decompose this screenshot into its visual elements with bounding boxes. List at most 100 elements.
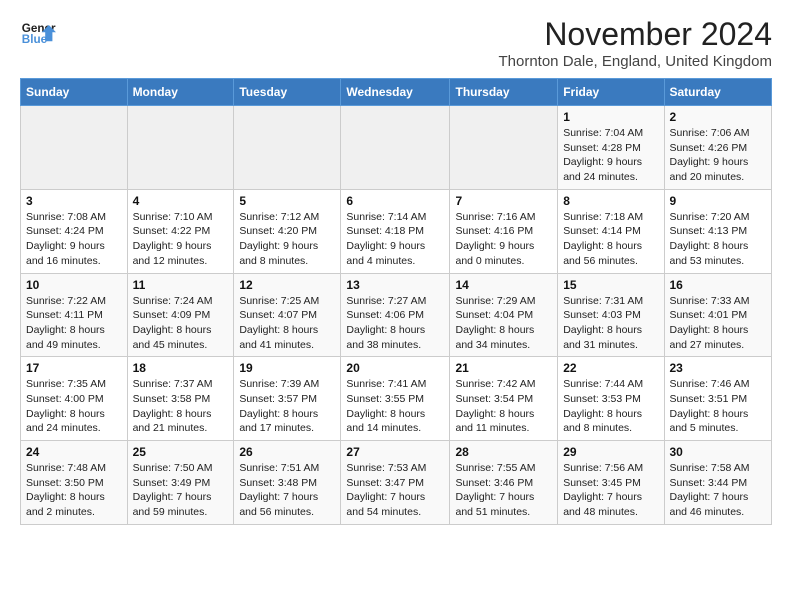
day-number: 25 <box>133 445 229 459</box>
day-info: Sunrise: 7:55 AM Sunset: 3:46 PM Dayligh… <box>455 461 552 520</box>
calendar-cell <box>234 106 341 190</box>
calendar-day-header: Tuesday <box>234 79 341 106</box>
header: General Blue November 2024 Thornton Dale… <box>20 16 772 70</box>
day-number: 28 <box>455 445 552 459</box>
calendar-cell: 25 Sunrise: 7:50 AM Sunset: 3:49 PM Dayli… <box>127 441 234 525</box>
calendar-cell: 3 Sunrise: 7:08 AM Sunset: 4:24 PM Daylig… <box>21 189 128 273</box>
calendar-cell: 26 Sunrise: 7:51 AM Sunset: 3:48 PM Dayli… <box>234 441 341 525</box>
day-info: Sunrise: 7:42 AM Sunset: 3:54 PM Dayligh… <box>455 377 552 436</box>
calendar-cell: 14 Sunrise: 7:29 AM Sunset: 4:04 PM Dayli… <box>450 273 558 357</box>
day-number: 14 <box>455 278 552 292</box>
calendar-cell: 19Sunrise: 7:39 AM Sunset: 3:57 PM Dayli… <box>234 357 341 441</box>
day-info: Sunrise: 7:29 AM Sunset: 4:04 PM Dayligh… <box>455 294 552 353</box>
calendar-cell: 17 Sunrise: 7:35 AM Sunset: 4:00 PM Dayli… <box>21 357 128 441</box>
calendar-cell: 22 Sunrise: 7:44 AM Sunset: 3:53 PM Dayli… <box>558 357 664 441</box>
day-info: Sunrise: 7:12 AM Sunset: 4:20 PM Dayligh… <box>239 210 335 269</box>
calendar-cell: 15 Sunrise: 7:31 AM Sunset: 4:03 PM Dayli… <box>558 273 664 357</box>
day-info: Sunrise: 7:41 AM Sunset: 3:55 PM Dayligh… <box>346 377 444 436</box>
calendar-week-row: 10 Sunrise: 7:22 AM Sunset: 4:11 PM Dayli… <box>21 273 772 357</box>
day-number: 24 <box>26 445 122 459</box>
calendar-cell: 5 Sunrise: 7:12 AM Sunset: 4:20 PM Daylig… <box>234 189 341 273</box>
calendar-day-header: Saturday <box>664 79 772 106</box>
calendar-cell: 29 Sunrise: 7:56 AM Sunset: 3:45 PM Dayli… <box>558 441 664 525</box>
calendar-cell: 4 Sunrise: 7:10 AM Sunset: 4:22 PM Daylig… <box>127 189 234 273</box>
day-info: Sunrise: 7:33 AM Sunset: 4:01 PM Dayligh… <box>670 294 767 353</box>
calendar-cell: 20 Sunrise: 7:41 AM Sunset: 3:55 PM Dayli… <box>341 357 450 441</box>
calendar-cell <box>21 106 128 190</box>
day-info: Sunrise: 7:58 AM Sunset: 3:44 PM Dayligh… <box>670 461 767 520</box>
day-number: 12 <box>239 278 335 292</box>
calendar-week-row: 24Sunrise: 7:48 AM Sunset: 3:50 PM Dayli… <box>21 441 772 525</box>
day-info: Sunrise: 7:20 AM Sunset: 4:13 PM Dayligh… <box>670 210 767 269</box>
day-number: 30 <box>670 445 767 459</box>
day-number: 4 <box>133 194 229 208</box>
day-info: Sunrise: 7:16 AM Sunset: 4:16 PM Dayligh… <box>455 210 552 269</box>
day-number: 21 <box>455 361 552 375</box>
day-info: Sunrise: 7:25 AM Sunset: 4:07 PM Dayligh… <box>239 294 335 353</box>
calendar-cell: 13 Sunrise: 7:27 AM Sunset: 4:06 PM Dayli… <box>341 273 450 357</box>
day-number: 15 <box>563 278 658 292</box>
calendar-cell <box>341 106 450 190</box>
day-info: Sunrise: 7:18 AM Sunset: 4:14 PM Dayligh… <box>563 210 658 269</box>
day-info: Sunrise: 7:35 AM Sunset: 4:00 PM Dayligh… <box>26 377 122 436</box>
day-number: 3 <box>26 194 122 208</box>
calendar-cell: 21 Sunrise: 7:42 AM Sunset: 3:54 PM Dayli… <box>450 357 558 441</box>
calendar-body: 1 Sunrise: 7:04 AM Sunset: 4:28 PM Daylig… <box>21 106 772 525</box>
day-info: Sunrise: 7:10 AM Sunset: 4:22 PM Dayligh… <box>133 210 229 269</box>
day-number: 18 <box>133 361 229 375</box>
calendar-week-row: 17 Sunrise: 7:35 AM Sunset: 4:00 PM Dayli… <box>21 357 772 441</box>
day-number: 7 <box>455 194 552 208</box>
calendar-cell: 11Sunrise: 7:24 AM Sunset: 4:09 PM Dayli… <box>127 273 234 357</box>
day-info: Sunrise: 7:37 AM Sunset: 3:58 PM Dayligh… <box>133 377 229 436</box>
day-info: Sunrise: 7:27 AM Sunset: 4:06 PM Dayligh… <box>346 294 444 353</box>
calendar-cell: 1 Sunrise: 7:04 AM Sunset: 4:28 PM Daylig… <box>558 106 664 190</box>
calendar-cell: 6 Sunrise: 7:14 AM Sunset: 4:18 PM Daylig… <box>341 189 450 273</box>
day-info: Sunrise: 7:31 AM Sunset: 4:03 PM Dayligh… <box>563 294 658 353</box>
day-number: 20 <box>346 361 444 375</box>
day-info: Sunrise: 7:22 AM Sunset: 4:11 PM Dayligh… <box>26 294 122 353</box>
calendar-day-header: Sunday <box>21 79 128 106</box>
day-info: Sunrise: 7:53 AM Sunset: 3:47 PM Dayligh… <box>346 461 444 520</box>
calendar-cell: 12 Sunrise: 7:25 AM Sunset: 4:07 PM Dayli… <box>234 273 341 357</box>
day-info: Sunrise: 7:50 AM Sunset: 3:49 PM Dayligh… <box>133 461 229 520</box>
day-number: 2 <box>670 110 767 124</box>
calendar-week-row: 3 Sunrise: 7:08 AM Sunset: 4:24 PM Daylig… <box>21 189 772 273</box>
calendar-day-header: Friday <box>558 79 664 106</box>
day-info: Sunrise: 7:51 AM Sunset: 3:48 PM Dayligh… <box>239 461 335 520</box>
calendar-day-header: Wednesday <box>341 79 450 106</box>
day-info: Sunrise: 7:56 AM Sunset: 3:45 PM Dayligh… <box>563 461 658 520</box>
calendar-week-row: 1 Sunrise: 7:04 AM Sunset: 4:28 PM Daylig… <box>21 106 772 190</box>
calendar-cell: 28 Sunrise: 7:55 AM Sunset: 3:46 PM Dayli… <box>450 441 558 525</box>
day-number: 17 <box>26 361 122 375</box>
calendar-cell: 23Sunrise: 7:46 AM Sunset: 3:51 PM Dayli… <box>664 357 772 441</box>
day-number: 5 <box>239 194 335 208</box>
day-number: 13 <box>346 278 444 292</box>
day-number: 22 <box>563 361 658 375</box>
title-area: November 2024 Thornton Dale, England, Un… <box>498 16 772 70</box>
day-number: 6 <box>346 194 444 208</box>
logo-icon: General Blue <box>20 16 56 52</box>
calendar-cell: 2Sunrise: 7:06 AM Sunset: 4:26 PM Daylig… <box>664 106 772 190</box>
calendar-cell <box>127 106 234 190</box>
calendar-cell: 10 Sunrise: 7:22 AM Sunset: 4:11 PM Dayli… <box>21 273 128 357</box>
calendar: SundayMondayTuesdayWednesdayThursdayFrid… <box>20 78 772 525</box>
day-info: Sunrise: 7:24 AM Sunset: 4:09 PM Dayligh… <box>133 294 229 353</box>
day-number: 27 <box>346 445 444 459</box>
calendar-cell: 18 Sunrise: 7:37 AM Sunset: 3:58 PM Dayli… <box>127 357 234 441</box>
svg-text:Blue: Blue <box>22 33 48 46</box>
day-number: 10 <box>26 278 122 292</box>
day-number: 29 <box>563 445 658 459</box>
calendar-cell: 27 Sunrise: 7:53 AM Sunset: 3:47 PM Dayli… <box>341 441 450 525</box>
day-info: Sunrise: 7:44 AM Sunset: 3:53 PM Dayligh… <box>563 377 658 436</box>
day-number: 16 <box>670 278 767 292</box>
day-number: 1 <box>563 110 658 124</box>
calendar-header-row: SundayMondayTuesdayWednesdayThursdayFrid… <box>21 79 772 106</box>
calendar-day-header: Monday <box>127 79 234 106</box>
day-info: Sunrise: 7:08 AM Sunset: 4:24 PM Dayligh… <box>26 210 122 269</box>
month-title: November 2024 <box>498 16 772 53</box>
day-number: 26 <box>239 445 335 459</box>
logo: General Blue <box>20 16 56 52</box>
day-info: Sunrise: 7:04 AM Sunset: 4:28 PM Dayligh… <box>563 126 658 185</box>
day-info: Sunrise: 7:14 AM Sunset: 4:18 PM Dayligh… <box>346 210 444 269</box>
calendar-cell: 7 Sunrise: 7:16 AM Sunset: 4:16 PM Daylig… <box>450 189 558 273</box>
